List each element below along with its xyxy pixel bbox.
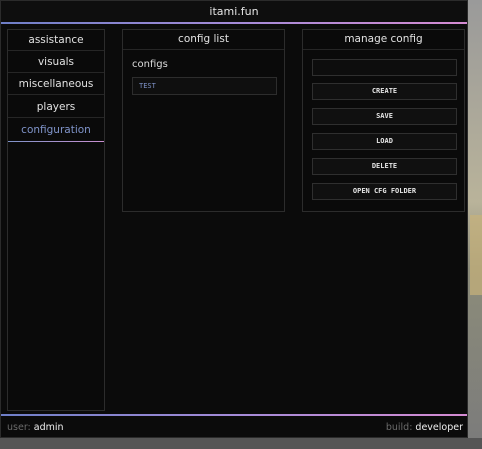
status-footer: user: admin build: developer <box>1 417 467 438</box>
config-list-panel: config list configs TEST <box>122 29 285 212</box>
sidebar-item-players[interactable]: players <box>8 97 104 118</box>
sidebar-active-indicator <box>8 141 104 142</box>
create-button[interactable]: CREATE <box>312 83 457 100</box>
build-value: developer <box>415 422 463 433</box>
user-value: admin <box>33 422 64 433</box>
configs-section-label: configs <box>132 59 168 70</box>
user-info: user: admin <box>7 417 64 438</box>
sidebar: assistance visuals miscellaneous players… <box>7 29 105 411</box>
sidebar-item-visuals[interactable]: visuals <box>8 52 104 73</box>
window-title[interactable]: itami.fun <box>1 1 467 22</box>
manage-config-panel: manage config CREATE SAVE LOAD DELETE OP… <box>302 29 465 212</box>
delete-button[interactable]: DELETE <box>312 158 457 175</box>
load-button[interactable]: LOAD <box>312 133 457 150</box>
cheat-menu-window: itami.fun assistance visuals miscellaneo… <box>0 0 468 438</box>
open-cfg-folder-button[interactable]: OPEN CFG FOLDER <box>312 183 457 200</box>
manage-config-header: manage config <box>303 30 464 50</box>
title-accent-line <box>1 22 467 24</box>
build-info: build: developer <box>386 417 463 438</box>
sidebar-item-assistance[interactable]: assistance <box>8 30 104 51</box>
footer-accent-line <box>1 414 467 416</box>
sidebar-item-configuration[interactable]: configuration <box>8 120 104 141</box>
save-button[interactable]: SAVE <box>312 108 457 125</box>
config-list-item[interactable]: TEST <box>132 77 277 95</box>
sidebar-item-miscellaneous[interactable]: miscellaneous <box>8 74 104 95</box>
game-background-wall <box>468 0 482 449</box>
config-list-header: config list <box>123 30 284 50</box>
game-background-floor <box>0 438 482 449</box>
config-name-input[interactable] <box>312 59 457 76</box>
build-label: build: <box>385 422 413 433</box>
user-label: user: <box>7 422 31 433</box>
